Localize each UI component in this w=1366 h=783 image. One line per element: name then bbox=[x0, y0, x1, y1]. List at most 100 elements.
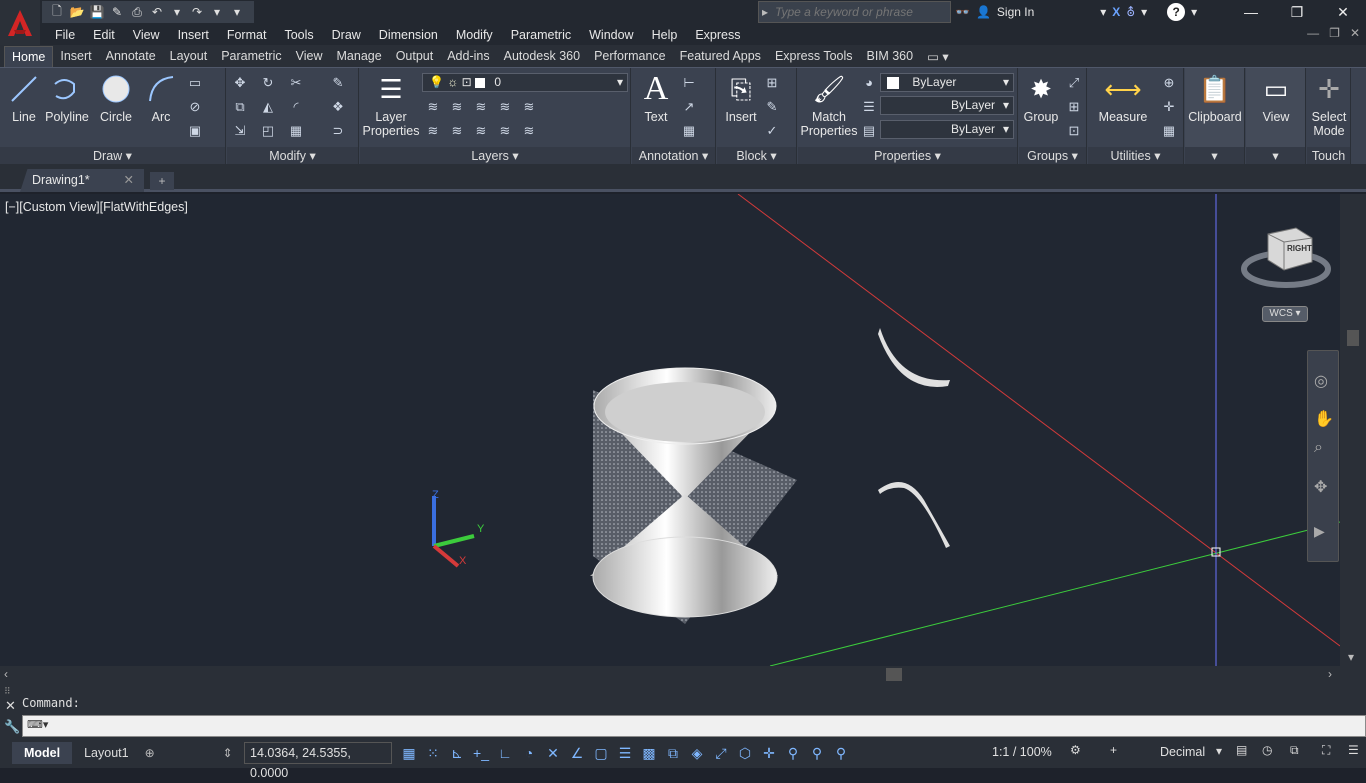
array-icon[interactable]: ▦ bbox=[287, 122, 305, 140]
minimize-icon[interactable]: — bbox=[1228, 0, 1274, 24]
undo-dropdown-icon[interactable]: ▾ bbox=[168, 3, 186, 21]
polar-icon[interactable]: ◔ bbox=[518, 742, 540, 764]
annotation-monitor-icon[interactable]: + bbox=[1110, 743, 1117, 757]
command-customize-icon[interactable]: 🔧 bbox=[4, 719, 20, 735]
layer-tool-5-icon[interactable]: ≋ bbox=[520, 98, 538, 116]
transparency-icon[interactable]: ▩ bbox=[638, 742, 660, 764]
lineweight-display-icon[interactable]: ☰ bbox=[614, 742, 636, 764]
block-panel-title[interactable]: Block ▾ bbox=[717, 147, 796, 165]
lower-cone-base[interactable] bbox=[592, 536, 778, 618]
insert-button[interactable]: ⎘ Insert bbox=[721, 72, 761, 124]
command-close-icon[interactable]: ✕ bbox=[5, 698, 16, 714]
menu-express[interactable]: Express bbox=[686, 28, 749, 42]
selection-cycling-icon[interactable]: ⧉ bbox=[662, 742, 684, 764]
close-icon[interactable]: ✕ bbox=[1320, 0, 1366, 24]
annotation-scale-value[interactable]: 1:1 / 100% bbox=[992, 745, 1052, 759]
steering-wheel-icon[interactable]: ◎ bbox=[1314, 371, 1328, 391]
command-prompt-icon[interactable]: ⌨▾ bbox=[27, 718, 48, 731]
select-mode-button[interactable]: ✛ Select Mode bbox=[1307, 72, 1351, 138]
customize-status-icon[interactable]: ☰ bbox=[1348, 743, 1359, 757]
menu-help[interactable]: Help bbox=[643, 28, 687, 42]
color-dropdown[interactable]: ByLayer ▾ bbox=[880, 73, 1014, 92]
line-button[interactable]: Line bbox=[6, 72, 42, 124]
explode-icon[interactable]: ❖ bbox=[329, 98, 347, 116]
a360-dropdown-icon[interactable]: ▾ bbox=[1141, 5, 1147, 19]
scroll-thumb-horizontal[interactable] bbox=[886, 668, 902, 681]
vertical-scrollbar[interactable]: ▾ bbox=[1340, 194, 1366, 666]
tab-insert[interactable]: Insert bbox=[53, 46, 98, 67]
measure-button[interactable]: ⟷ Measure bbox=[1094, 72, 1152, 124]
auto-scale-icon[interactable]: ⚲ bbox=[806, 742, 828, 764]
coordinates-display[interactable]: 14.0364, 24.5355, 0.0000 bbox=[244, 742, 392, 780]
new-tab-icon[interactable]: + bbox=[150, 172, 174, 190]
drawing-tab[interactable]: Drawing1* ✕ bbox=[20, 169, 144, 192]
exchange-icon[interactable]: X bbox=[1112, 5, 1120, 19]
status-menu-icon[interactable]: ⇕ bbox=[223, 746, 233, 760]
tab-autodesk-360[interactable]: Autodesk 360 bbox=[497, 46, 587, 67]
tab-view[interactable]: View bbox=[289, 46, 330, 67]
save-icon[interactable]: 💾 bbox=[88, 3, 106, 21]
edit-block-icon[interactable]: ✎ bbox=[763, 98, 781, 116]
clipboard-expand-icon[interactable]: ▾ bbox=[1185, 147, 1244, 165]
annotation-scale-icon[interactable]: ⚲ bbox=[830, 742, 852, 764]
touch-panel-title[interactable]: Touch bbox=[1307, 147, 1350, 165]
redo-icon[interactable]: ↷ bbox=[188, 3, 206, 21]
gizmo-icon[interactable]: ✛ bbox=[758, 742, 780, 764]
calculator-icon[interactable]: ▦ bbox=[1160, 122, 1178, 140]
menu-file[interactable]: File bbox=[46, 28, 84, 42]
point-icon[interactable]: ✛ bbox=[1160, 98, 1178, 116]
command-grip-icon[interactable]: ⠿ bbox=[4, 686, 11, 697]
fillet-icon[interactable]: ◜ bbox=[287, 98, 305, 116]
help-icon[interactable]: ? bbox=[1167, 3, 1186, 21]
tab-bim-360[interactable]: BIM 360 bbox=[860, 46, 921, 67]
view-button[interactable]: ▭ View bbox=[1246, 72, 1306, 124]
new-icon[interactable]: 🗋 bbox=[48, 3, 66, 21]
layer-properties-button[interactable]: ☰ Layer Properties bbox=[362, 72, 420, 138]
view-expand-icon[interactable]: ▾ bbox=[1246, 147, 1305, 165]
tab-layout[interactable]: Layout bbox=[163, 46, 215, 67]
menu-insert[interactable]: Insert bbox=[169, 28, 218, 42]
polyline-button[interactable]: Polyline bbox=[44, 72, 90, 124]
help-dropdown-icon[interactable]: ▾ bbox=[1191, 5, 1197, 19]
linetype-dropdown[interactable]: ByLayer ▾ bbox=[880, 96, 1014, 115]
stretch-icon[interactable]: ⇲ bbox=[231, 122, 249, 140]
units-dropdown-icon[interactable]: ▾ bbox=[1216, 744, 1222, 758]
scroll-down-icon[interactable]: ▾ bbox=[1348, 650, 1354, 664]
tab-add-ins[interactable]: Add-ins bbox=[440, 46, 496, 67]
scroll-left-icon[interactable]: ‹ bbox=[4, 667, 8, 681]
menu-draw[interactable]: Draw bbox=[323, 28, 370, 42]
plot-icon[interactable]: ⎙ bbox=[128, 3, 146, 21]
viewcube[interactable]: RIGHT bbox=[1240, 224, 1332, 294]
zoom-icon[interactable]: ⌕ bbox=[1314, 439, 1323, 457]
model-space-canvas[interactable]: Z Y X bbox=[0, 194, 1340, 666]
annotation-panel-title[interactable]: Annotation ▾ bbox=[632, 147, 715, 165]
mirror-icon[interactable]: ◭ bbox=[259, 98, 277, 116]
selection-filter-icon[interactable]: ⬡ bbox=[734, 742, 756, 764]
menu-format[interactable]: Format bbox=[218, 28, 276, 42]
dynamic-ucs-icon[interactable]: ⤢ bbox=[710, 742, 732, 764]
layer-tool-4-icon[interactable]: ≋ bbox=[496, 98, 514, 116]
create-block-icon[interactable]: ⊞ bbox=[763, 74, 781, 92]
orbit-icon[interactable]: ✥ bbox=[1314, 477, 1327, 497]
quick-properties-icon[interactable]: ▤ bbox=[1236, 743, 1247, 757]
table-icon[interactable]: ▦ bbox=[680, 122, 698, 140]
lock-ui-icon[interactable]: ◷ bbox=[1262, 743, 1272, 757]
isolate-objects-icon[interactable]: ⧉ bbox=[1290, 743, 1299, 758]
layer-tool-10-icon[interactable]: ≋ bbox=[520, 122, 538, 140]
tab-manage[interactable]: Manage bbox=[330, 46, 389, 67]
rectangle-icon[interactable]: ▭ bbox=[186, 74, 204, 92]
dimension-icon[interactable]: ⊢ bbox=[680, 74, 698, 92]
menu-edit[interactable]: Edit bbox=[84, 28, 124, 42]
menu-view[interactable]: View bbox=[124, 28, 169, 42]
command-input[interactable] bbox=[53, 718, 1253, 734]
open-icon[interactable]: 📂 bbox=[68, 3, 86, 21]
menu-dimension[interactable]: Dimension bbox=[370, 28, 447, 42]
rotate-icon[interactable]: ↻ bbox=[259, 74, 277, 92]
infer-icon[interactable]: ⊾ bbox=[446, 742, 468, 764]
add-layout-icon[interactable]: ⊕ bbox=[145, 746, 155, 760]
drawing-viewport[interactable]: Z Y X [−][Custom View][FlatWithEdges] RI… bbox=[0, 194, 1340, 666]
tab-featured-apps[interactable]: Featured Apps bbox=[673, 46, 768, 67]
tab-output[interactable]: Output bbox=[389, 46, 441, 67]
customize-qat-icon[interactable]: ▾ bbox=[228, 3, 246, 21]
menu-window[interactable]: Window bbox=[580, 28, 642, 42]
